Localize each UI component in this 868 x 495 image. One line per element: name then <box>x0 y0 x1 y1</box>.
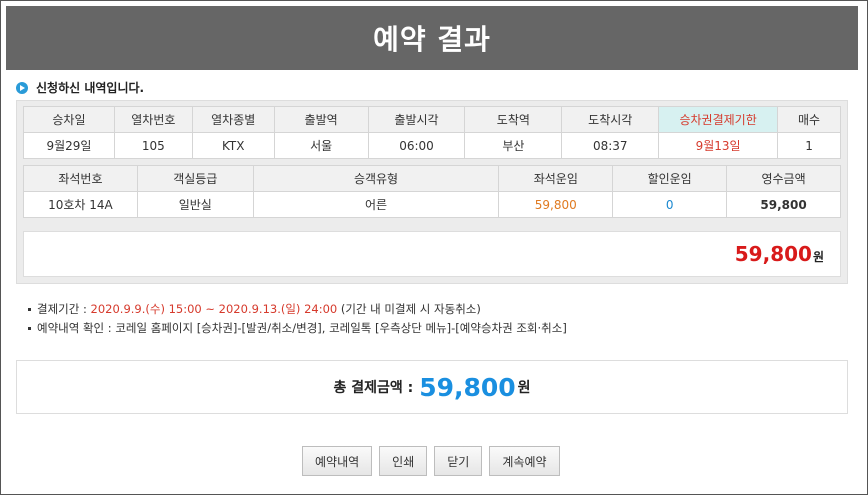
section-heading-text: 신청하신 내역입니다. <box>36 81 145 95</box>
cell-passenger-type: 어른 <box>252 191 500 218</box>
header-cell: 도착시각 <box>561 106 660 133</box>
header-cell: 승차일 <box>23 106 115 133</box>
header-cell: 할인운임 <box>612 165 728 192</box>
train-info-table: 승차일 열차번호 열차종별 출발역 출발시각 도착역 도착시각 승차권결제기한 … <box>23 106 841 159</box>
subtotal-amount: 59,800원 <box>735 242 824 266</box>
note-confirm: 예약내역 확인 : 코레일 홈페이지 [승차권]-[발권/취소/변경], 코레일… <box>28 319 567 338</box>
header-cell: 좌석운임 <box>498 165 614 192</box>
continue-reservation-button[interactable]: 계속예약 <box>489 446 560 476</box>
subtotal-value: 59,800 <box>734 242 812 266</box>
total-payment-box: 총 결제금액 : 59,800 원 <box>16 360 848 414</box>
cell-departure-time: 06:00 <box>367 132 466 159</box>
note-deadline-label: 결제기간 : <box>37 302 91 316</box>
bullet-icon <box>28 308 31 311</box>
reservation-panel: 승차일 열차번호 열차종별 출발역 출발시각 도착역 도착시각 승차권결제기한 … <box>16 100 848 284</box>
header-cell: 출발시각 <box>367 106 466 133</box>
cell-discount-fare: 0 <box>612 191 728 218</box>
cell-receipt-amount: 59,800 <box>726 191 841 218</box>
seat-table-header-row: 좌석번호 객실등급 승객유형 좌석운임 할인운임 영수금액 <box>23 165 841 192</box>
train-table-header-row: 승차일 열차번호 열차종별 출발역 출발시각 도착역 도착시각 승차권결제기한 … <box>23 106 841 133</box>
notes-list: 결제기간 : 2020.9.9.(수) 15:00 ~ 2020.9.13.(일… <box>28 300 567 338</box>
close-button[interactable]: 닫기 <box>434 446 483 476</box>
cell-departure-station: 서울 <box>273 132 369 159</box>
bullet-icon <box>28 327 31 330</box>
cell-ticket-count: 1 <box>777 132 841 159</box>
note-deadline-period: 2020.9.9.(수) 15:00 ~ 2020.9.13.(일) 24:00 <box>90 302 338 316</box>
total-payment-unit: 원 <box>517 380 531 396</box>
play-circle-icon <box>16 81 28 94</box>
note-deadline-suffix: (기간 내 미결제 시 자동취소) <box>337 302 481 316</box>
total-payment-label: 총 결제금액 : <box>333 380 414 396</box>
header-cell: 열차번호 <box>113 106 193 133</box>
header-cell: 승객유형 <box>252 165 500 192</box>
section-heading: 신청하신 내역입니다. <box>16 79 144 96</box>
header-cell: 영수금액 <box>726 165 841 192</box>
header-cell: 매수 <box>777 106 841 133</box>
page-title: 예약 결과 <box>6 6 858 70</box>
cell-boarding-date: 9월29일 <box>23 132 115 159</box>
cell-train-type: KTX <box>191 132 275 159</box>
train-table-row: 9월29일 105 KTX 서울 06:00 부산 08:37 9월13일 1 <box>23 132 841 159</box>
cell-class: 일반실 <box>136 191 254 218</box>
cell-seat-fare: 59,800 <box>498 191 614 218</box>
cell-seat-number: 10호차 14A <box>23 191 138 218</box>
note-confirm-text: 예약내역 확인 : 코레일 홈페이지 [승차권]-[발권/취소/변경], 코레일… <box>37 321 567 335</box>
subtotal-box: 59,800원 <box>23 231 841 277</box>
print-button[interactable]: 인쇄 <box>379 446 428 476</box>
seat-info-table: 좌석번호 객실등급 승객유형 좌석운임 할인운임 영수금액 10호차 14A 일… <box>23 165 841 218</box>
reservation-history-button[interactable]: 예약내역 <box>302 446 373 476</box>
header-cell: 도착역 <box>464 106 563 133</box>
note-deadline: 결제기간 : 2020.9.9.(수) 15:00 ~ 2020.9.13.(일… <box>28 300 567 319</box>
header-cell: 열차종별 <box>191 106 275 133</box>
header-cell: 객실등급 <box>136 165 254 192</box>
cell-arrival-station: 부산 <box>464 132 563 159</box>
subtotal-unit: 원 <box>812 250 824 264</box>
seat-table-row: 10호차 14A 일반실 어른 59,800 0 59,800 <box>23 191 841 218</box>
button-bar: 예약내역 인쇄 닫기 계속예약 <box>302 446 560 476</box>
cell-payment-deadline: 9월13일 <box>658 132 779 159</box>
total-payment-amount: 59,800 <box>419 372 516 402</box>
header-cell: 출발역 <box>273 106 369 133</box>
header-cell: 좌석번호 <box>23 165 138 192</box>
cell-train-number: 105 <box>113 132 193 159</box>
header-cell-payment-deadline: 승차권결제기한 <box>658 106 779 133</box>
cell-arrival-time: 08:37 <box>561 132 660 159</box>
